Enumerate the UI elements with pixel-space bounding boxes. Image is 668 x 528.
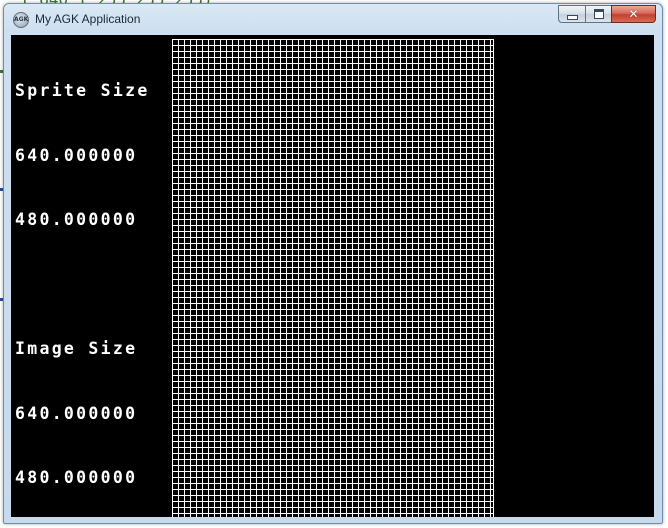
grid-sprite — [172, 39, 494, 517]
size-info: Sprite Size 640.000000 480.000000 Image … — [15, 37, 150, 517]
app-window: AGK My AGK Application ✕ Sprite Size 640… — [3, 3, 663, 524]
maximize-icon — [593, 9, 604, 19]
title-bar[interactable]: AGK My AGK Application ✕ — [4, 4, 662, 34]
spacer-line — [15, 274, 150, 296]
sprite-size-label: Sprite Size — [15, 81, 150, 100]
agk-app-icon[interactable]: AGK — [13, 12, 29, 28]
window-title: My AGK Application — [35, 12, 141, 26]
caption-buttons: ✕ — [558, 5, 656, 24]
minimize-icon — [566, 14, 578, 20]
image-size-label: Image Size — [15, 339, 138, 358]
image-height-value: 480.000000 — [15, 468, 138, 487]
sprite-height-value: 480.000000 — [15, 210, 138, 229]
render-area[interactable]: Sprite Size 640.000000 480.000000 Image … — [11, 35, 654, 517]
close-button[interactable]: ✕ — [611, 5, 656, 23]
sprite-width-value: 640.000000 — [15, 145, 138, 165]
minimize-button[interactable] — [558, 5, 585, 23]
image-width-value: 640.000000 — [15, 403, 138, 423]
close-icon: ✕ — [628, 7, 639, 21]
maximize-button[interactable] — [585, 5, 611, 23]
